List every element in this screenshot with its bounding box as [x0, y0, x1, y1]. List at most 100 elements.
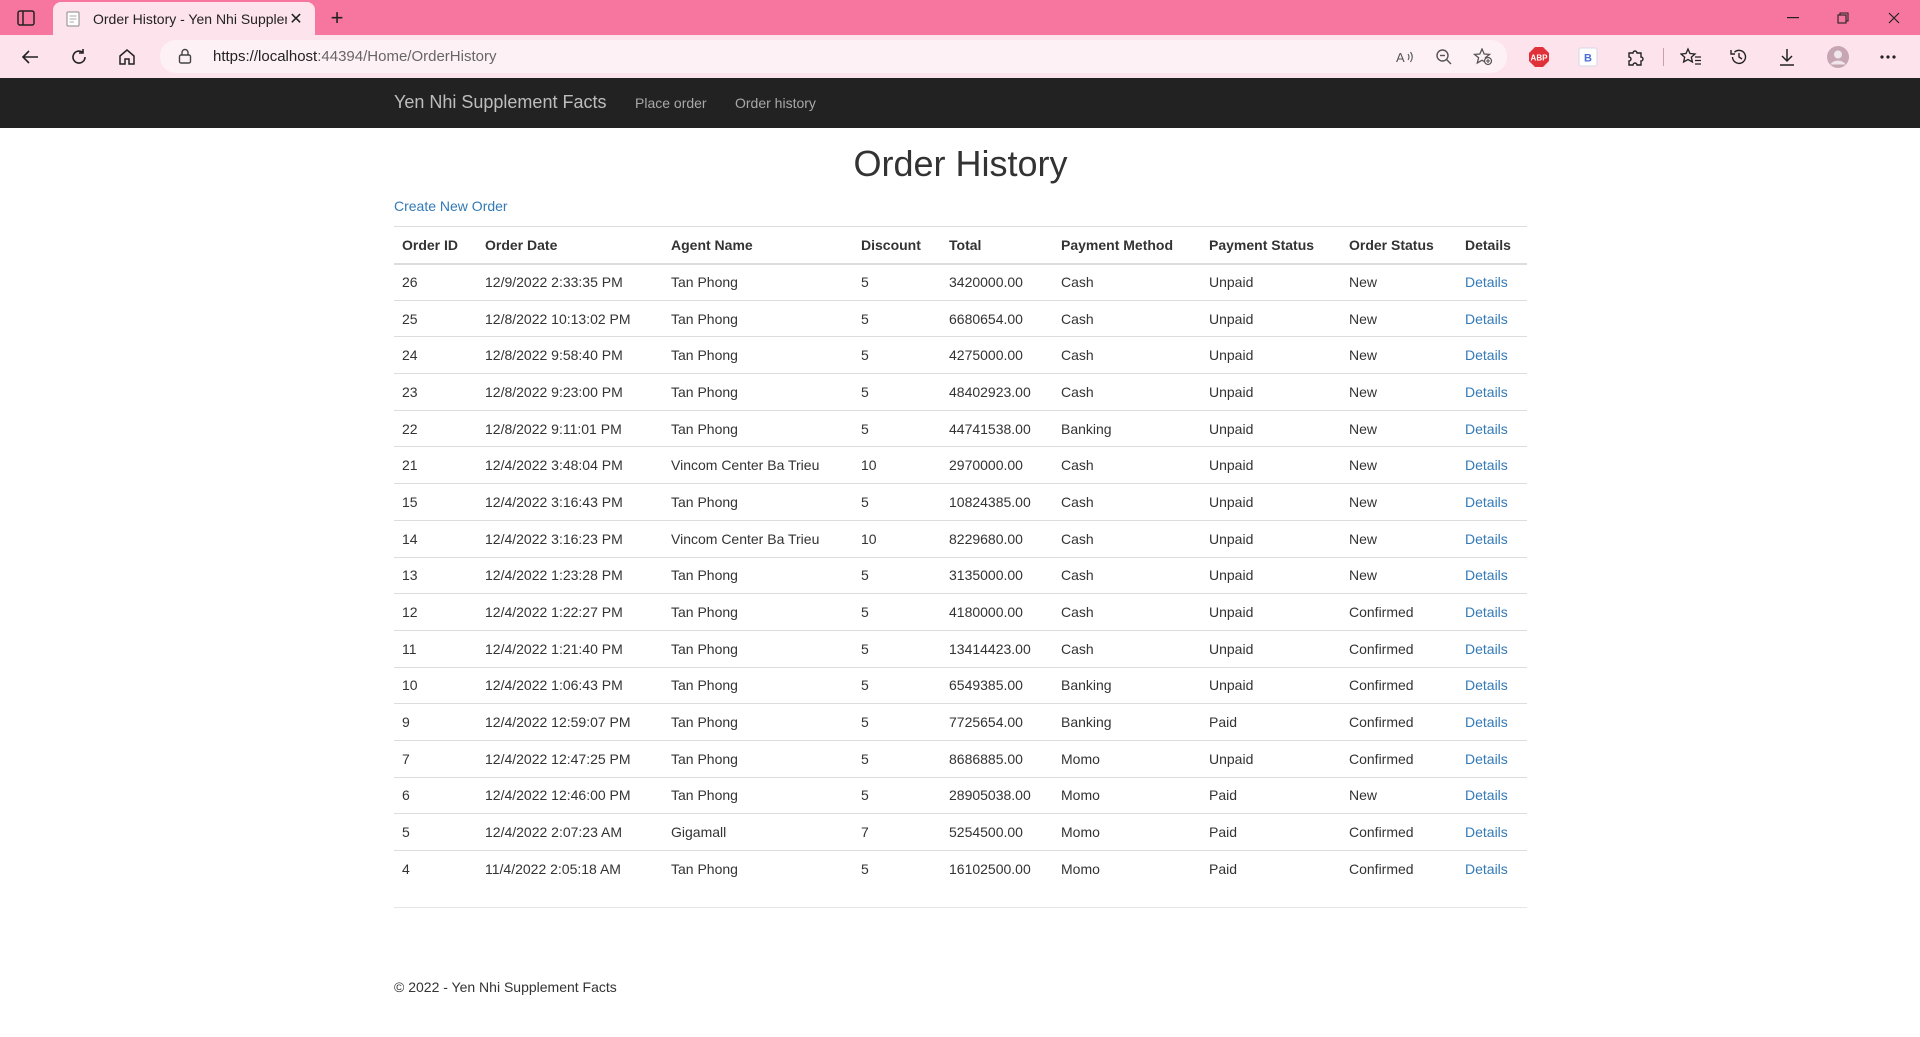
- details-link[interactable]: Details: [1457, 483, 1527, 521]
- order-id-cell: 7: [394, 739, 477, 778]
- payment-status-cell: Unpaid: [1201, 263, 1341, 301]
- refresh-icon[interactable]: [63, 42, 95, 72]
- restore-icon[interactable]: [1820, 0, 1866, 35]
- discount-cell: 10: [853, 519, 941, 557]
- details-link[interactable]: Details: [1457, 446, 1527, 484]
- agent-name-cell: Tan Phong: [663, 409, 853, 447]
- payment-status-cell: Unpaid: [1201, 666, 1341, 704]
- discount-cell: 5: [853, 629, 941, 668]
- order-status-cell: Confirmed: [1341, 850, 1457, 888]
- table-row: 21 12/4/2022 3:48:04 PM Vincom Center Ba T…: [394, 446, 1527, 484]
- table-row: 6 12/4/2022 12:46:00 PM Tan Phong 5 28905038…: [394, 776, 1527, 814]
- adblock-icon[interactable]: ABP: [1525, 43, 1553, 71]
- payment-method-cell: Cash: [1053, 629, 1201, 668]
- svg-text:B: B: [1584, 53, 1592, 65]
- extensions-puzzle-icon[interactable]: [1622, 43, 1650, 71]
- order-id-cell: 10: [394, 666, 477, 704]
- more-menu-icon[interactable]: [1874, 43, 1902, 71]
- favorites-icon[interactable]: [1677, 43, 1705, 71]
- order-id-cell: 26: [394, 263, 477, 301]
- address-bar[interactable]: https://localhost:44394/Home/OrderHistor…: [160, 40, 1507, 73]
- total-cell: 8229680.00: [941, 519, 1053, 557]
- nav-order-history[interactable]: Order history: [735, 95, 816, 111]
- discount-cell: 5: [853, 336, 941, 374]
- profile-avatar-icon[interactable]: [1824, 43, 1852, 71]
- agent-name-cell: Tan Phong: [663, 483, 853, 521]
- payment-status-cell: Unpaid: [1201, 739, 1341, 778]
- table-row: 13 12/4/2022 1:23:28 PM Tan Phong 5 3135000.…: [394, 556, 1527, 594]
- details-link[interactable]: Details: [1457, 409, 1527, 447]
- lock-icon[interactable]: [178, 48, 192, 64]
- details-link[interactable]: Details: [1457, 556, 1527, 594]
- brand-link[interactable]: Yen Nhi Supplement Facts: [394, 92, 606, 113]
- toolbar-separator: [1663, 48, 1664, 66]
- agent-name-cell: Tan Phong: [663, 850, 853, 888]
- details-link[interactable]: Details: [1457, 299, 1527, 337]
- details-link[interactable]: Details: [1457, 629, 1527, 668]
- order-date-cell: 12/4/2022 3:16:43 PM: [477, 483, 663, 521]
- add-favorite-icon[interactable]: [1471, 47, 1495, 67]
- total-cell: 6680654.00: [941, 299, 1053, 337]
- order-status-cell: New: [1341, 299, 1457, 337]
- details-link[interactable]: Details: [1457, 813, 1527, 851]
- create-new-order-link[interactable]: Create New Order: [394, 198, 508, 214]
- details-link[interactable]: Details: [1457, 666, 1527, 704]
- details-link[interactable]: Details: [1457, 593, 1527, 631]
- details-link[interactable]: Details: [1457, 263, 1527, 301]
- tab-close-icon[interactable]: ✕: [287, 10, 305, 28]
- total-cell: 16102500.00: [941, 850, 1053, 888]
- payment-status-cell: Unpaid: [1201, 446, 1341, 484]
- discount-cell: 5: [853, 703, 941, 741]
- extension-b-icon[interactable]: B: [1574, 43, 1602, 71]
- payment-status-cell: Unpaid: [1201, 409, 1341, 447]
- tab-actions-icon[interactable]: [12, 5, 40, 31]
- discount-cell: 5: [853, 483, 941, 521]
- payment-status-cell: Paid: [1201, 850, 1341, 888]
- total-cell: 10824385.00: [941, 483, 1053, 521]
- zoom-out-icon[interactable]: [1432, 47, 1456, 67]
- details-link[interactable]: Details: [1457, 703, 1527, 741]
- nav-place-order[interactable]: Place order: [635, 95, 707, 111]
- details-link[interactable]: Details: [1457, 739, 1527, 778]
- details-link[interactable]: Details: [1457, 336, 1527, 374]
- minimize-icon[interactable]: [1770, 0, 1816, 35]
- total-cell: 5254500.00: [941, 813, 1053, 851]
- total-cell: 4275000.00: [941, 336, 1053, 374]
- order-status-cell: Confirmed: [1341, 739, 1457, 778]
- table-body: 26 12/9/2022 2:33:35 PM Tan Phong 5 3420000.…: [394, 263, 1527, 888]
- close-window-icon[interactable]: [1871, 0, 1917, 35]
- order-id-cell: 11: [394, 629, 477, 668]
- home-icon[interactable]: [111, 42, 143, 72]
- discount-cell: 5: [853, 409, 941, 447]
- browser-tab-active[interactable]: Order History - Yen Nhi Supplem ✕: [53, 2, 315, 35]
- payment-status-cell: Unpaid: [1201, 519, 1341, 557]
- details-link[interactable]: Details: [1457, 373, 1527, 411]
- order-date-cell: 12/4/2022 12:46:00 PM: [477, 776, 663, 814]
- payment-method-cell: Cash: [1053, 556, 1201, 594]
- details-link[interactable]: Details: [1457, 776, 1527, 814]
- downloads-icon[interactable]: [1773, 43, 1801, 71]
- back-icon[interactable]: [14, 42, 46, 72]
- details-link[interactable]: Details: [1457, 850, 1527, 888]
- agent-name-cell: Tan Phong: [663, 336, 853, 374]
- order-date-cell: 12/4/2022 1:06:43 PM: [477, 666, 663, 704]
- table-row: 5 12/4/2022 2:07:23 AM Gigamall 7 5254500.00…: [394, 813, 1527, 851]
- order-id-cell: 22: [394, 409, 477, 447]
- agent-name-cell: Tan Phong: [663, 776, 853, 814]
- column-header: Order Date: [477, 226, 663, 265]
- divider: [394, 907, 1527, 908]
- new-tab-icon[interactable]: +: [323, 5, 351, 31]
- order-status-cell: Confirmed: [1341, 703, 1457, 741]
- discount-cell: 5: [853, 263, 941, 301]
- page-favicon-icon: [66, 11, 80, 26]
- order-status-cell: Confirmed: [1341, 666, 1457, 704]
- order-status-cell: New: [1341, 519, 1457, 557]
- details-link[interactable]: Details: [1457, 519, 1527, 557]
- history-icon[interactable]: [1725, 43, 1753, 71]
- read-aloud-icon[interactable]: A: [1393, 47, 1417, 67]
- payment-method-cell: Cash: [1053, 519, 1201, 557]
- order-id-cell: 9: [394, 703, 477, 741]
- column-header: Total: [941, 226, 1053, 265]
- order-status-cell: Confirmed: [1341, 629, 1457, 668]
- table-header-row: Order ID Order Date Agent Name Discount …: [394, 226, 1527, 265]
